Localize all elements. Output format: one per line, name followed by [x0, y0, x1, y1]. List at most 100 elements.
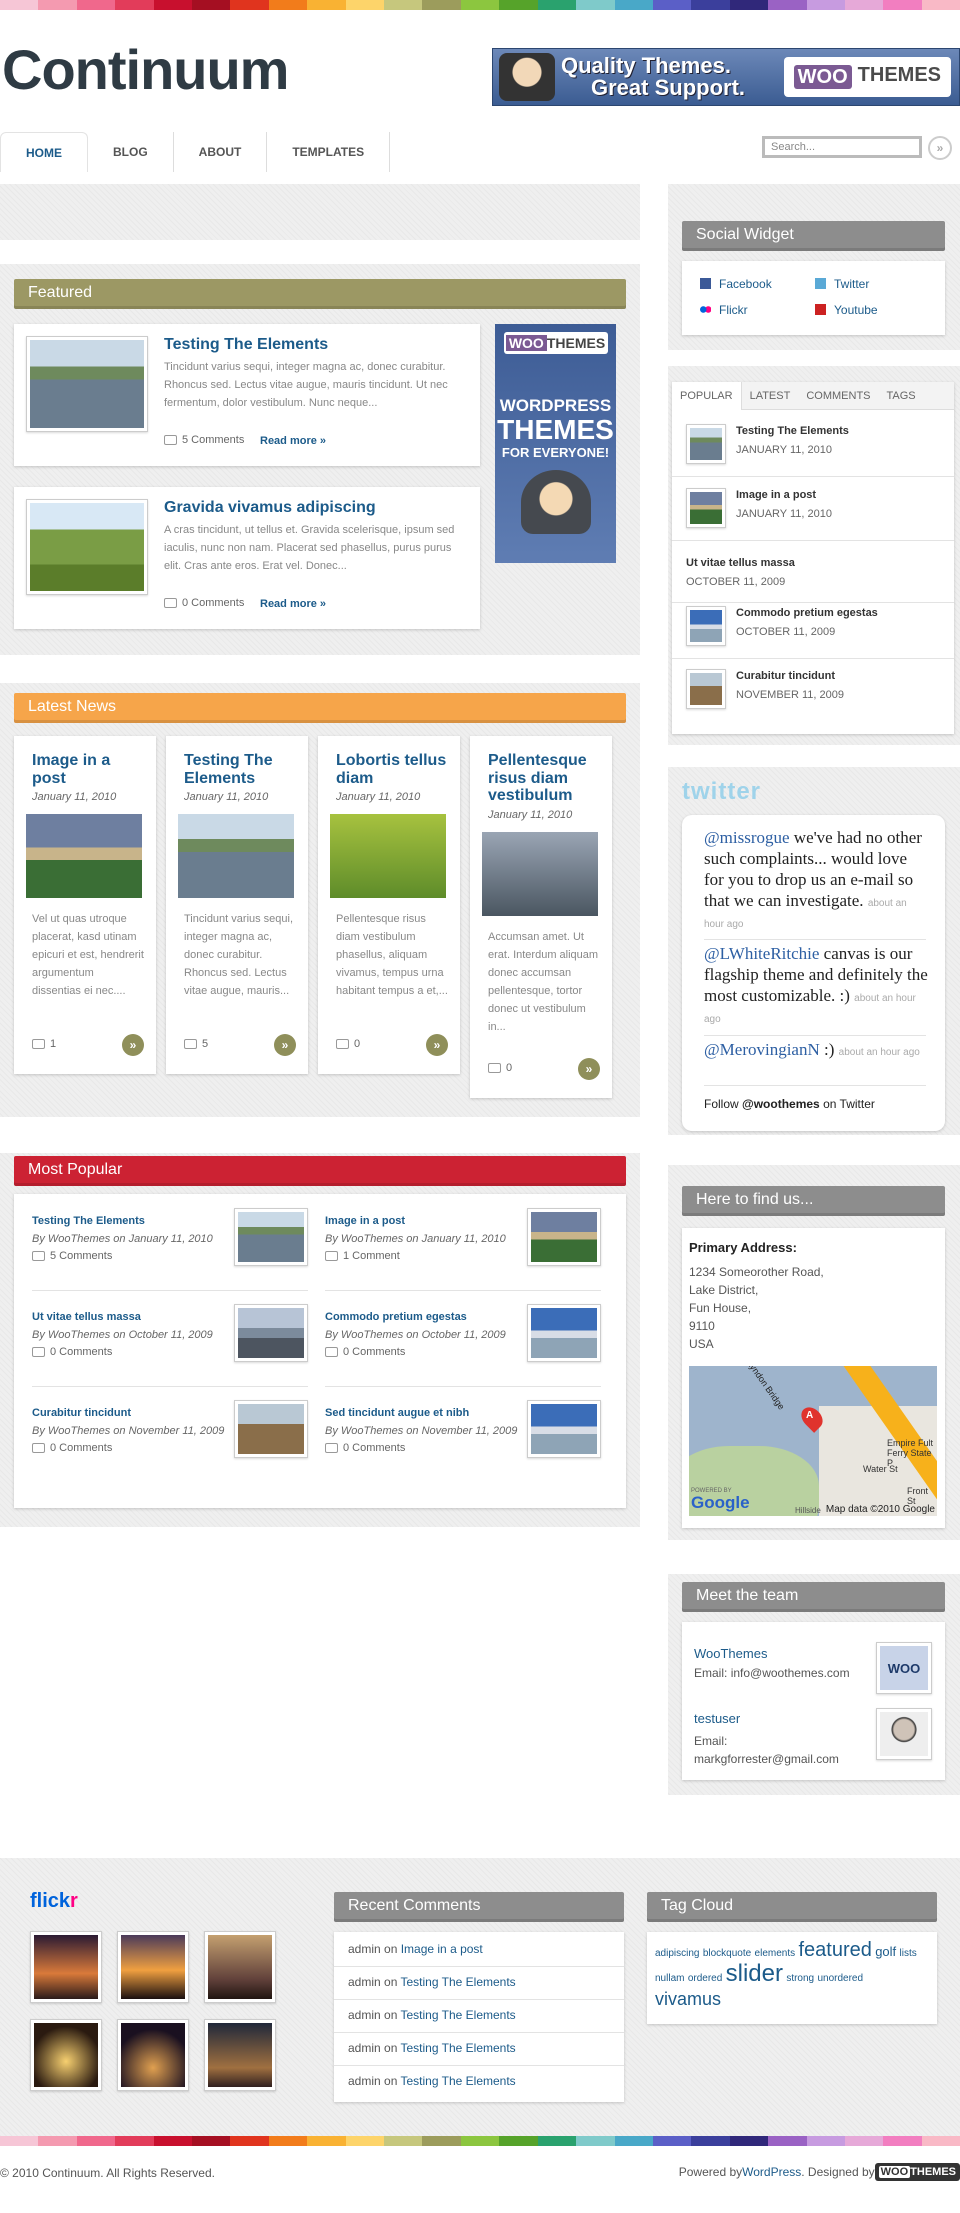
news-comments[interactable]: 5 [184, 1038, 208, 1050]
tab-tags[interactable]: TAGS [879, 382, 924, 410]
follow-twitter-link[interactable]: Follow @woothemes on Twitter [704, 1097, 875, 1111]
news-comments[interactable]: 1 [32, 1038, 56, 1050]
popular-post-thumbnail[interactable] [527, 1208, 601, 1266]
woothemes-footer-logo[interactable]: WOO THEMES [874, 2163, 960, 2181]
tag-link[interactable]: slider [726, 1960, 783, 1987]
popular-post-comments[interactable]: 1 Comment [325, 1250, 400, 1262]
more-arrow-icon[interactable]: » [426, 1034, 448, 1056]
tab-comments[interactable]: COMMENTS [798, 382, 878, 410]
tab-item-thumbnail[interactable] [686, 424, 726, 464]
team-member-name[interactable]: testuser [694, 1711, 740, 1726]
comment-post-link[interactable]: Image in a post [401, 1942, 483, 1956]
popular-post-title[interactable]: Curabitur tincidunt [32, 1406, 131, 1420]
team-member-name[interactable]: WooThemes [694, 1646, 767, 1661]
news-thumbnail[interactable] [26, 814, 142, 898]
popular-post-title[interactable]: Sed tincidunt augue et nibh [325, 1406, 469, 1420]
read-more-link[interactable]: Read more » [260, 435, 326, 447]
tab-item-title[interactable]: Ut vitae tellus massa [686, 556, 795, 570]
google-map[interactable]: Lyndon Bridge A Empire Fult Ferry State P… [689, 1366, 937, 1516]
tag-link[interactable]: vivamus [655, 1989, 721, 2009]
comment-post-link[interactable]: Testing The Elements [401, 1975, 516, 1989]
tag-link[interactable]: nullam [655, 1973, 684, 1984]
popular-post-thumbnail[interactable] [234, 1304, 308, 1362]
wordpress-link[interactable]: WordPress [742, 2165, 801, 2179]
news-title[interactable]: Testing The Elements [184, 752, 299, 787]
popular-post-thumbnail[interactable] [527, 1304, 601, 1362]
comment-post-link[interactable]: Testing The Elements [401, 2074, 516, 2088]
popular-post-title[interactable]: Ut vitae tellus massa [32, 1310, 141, 1324]
tag-link[interactable]: elements [755, 1948, 796, 1959]
news-title[interactable]: Lobortis tellus diam [336, 752, 451, 787]
news-comments[interactable]: 0 [488, 1062, 512, 1074]
tag-link[interactable]: featured [798, 1939, 871, 1961]
flickr-link[interactable]: Flickr [700, 303, 748, 317]
tab-item-thumbnail[interactable] [686, 606, 726, 646]
tab-popular[interactable]: POPULAR [672, 382, 742, 410]
news-thumbnail[interactable] [330, 814, 446, 898]
nav-templates[interactable]: TEMPLATES [267, 132, 391, 172]
tag-link[interactable]: ordered [688, 1973, 722, 1984]
tab-item-thumbnail[interactable] [686, 488, 726, 528]
tab-item-thumbnail[interactable] [686, 669, 726, 709]
flickr-photo[interactable] [30, 1931, 102, 2003]
popular-post-comments[interactable]: 0 Comments [325, 1442, 405, 1454]
read-more-link[interactable]: Read more » [260, 598, 326, 610]
more-arrow-icon[interactable]: » [578, 1058, 600, 1080]
tag-link[interactable]: golf [875, 1944, 896, 1959]
news-thumbnail[interactable] [178, 814, 294, 898]
tag-link[interactable]: lists [900, 1948, 917, 1959]
popular-post-thumbnail[interactable] [527, 1400, 601, 1458]
popular-post-comments[interactable]: 0 Comments [325, 1346, 405, 1358]
more-arrow-icon[interactable]: » [274, 1034, 296, 1056]
tweet-user-link[interactable]: @missrogue [704, 828, 790, 847]
news-title[interactable]: Pellentesque risus diam vestibulum [488, 752, 603, 805]
search-input[interactable]: Search... [762, 136, 922, 158]
post-title[interactable]: Gravida vivamus adipiscing [164, 499, 376, 517]
tab-item-title[interactable]: Image in a post [736, 488, 816, 502]
flickr-photo[interactable] [204, 2019, 276, 2091]
twitter-link[interactable]: Twitter [815, 277, 869, 291]
tweet-user-link[interactable]: @MerovingianN [704, 1040, 820, 1059]
nav-home[interactable]: HOME [0, 132, 88, 172]
flickr-photo[interactable] [117, 2019, 189, 2091]
flickr-photo[interactable] [117, 1931, 189, 2003]
more-arrow-icon[interactable]: » [122, 1034, 144, 1056]
post-thumbnail[interactable] [26, 499, 148, 595]
flickr-photo[interactable] [204, 1931, 276, 2003]
youtube-link[interactable]: Youtube [815, 303, 878, 317]
popular-post-thumbnail[interactable] [234, 1400, 308, 1458]
post-thumbnail[interactable] [26, 336, 148, 432]
nav-blog[interactable]: BLOG [88, 132, 174, 172]
news-thumbnail[interactable] [482, 832, 598, 916]
tab-item-title[interactable]: Commodo pretium egestas [736, 606, 878, 620]
tag-link[interactable]: blockquote [703, 1948, 751, 1959]
tab-item-title[interactable]: Testing The Elements [736, 424, 849, 438]
woothemes-banner-ad[interactable]: Quality Themes. Great Support. WOO THEMES [492, 48, 960, 106]
comment-post-link[interactable]: Testing The Elements [401, 2008, 516, 2022]
news-comments[interactable]: 0 [336, 1038, 360, 1050]
popular-post-title[interactable]: Testing The Elements [32, 1214, 145, 1228]
tag-link[interactable]: strong [786, 1973, 814, 1984]
popular-post-thumbnail[interactable] [234, 1208, 308, 1266]
tweet-user-link[interactable]: @LWhiteRitchie [704, 944, 819, 963]
popular-post-comments[interactable]: 5 Comments [32, 1250, 112, 1262]
popular-post-comments[interactable]: 0 Comments [32, 1346, 112, 1358]
news-title[interactable]: Image in a post [32, 752, 147, 787]
site-logo[interactable]: Continuum [2, 42, 289, 98]
popular-post-title[interactable]: Commodo pretium egestas [325, 1310, 467, 1324]
post-comments[interactable]: 5 Comments [164, 434, 244, 446]
woothemes-sidebar-ad[interactable]: WOO THEMES WORDPRESS THEMES FOR EVERYONE! [495, 324, 616, 563]
tag-link[interactable]: adipiscing [655, 1948, 699, 1959]
nav-about[interactable]: ABOUT [174, 132, 268, 172]
tab-latest[interactable]: LATEST [742, 382, 799, 410]
search-submit-icon[interactable]: » [928, 136, 952, 160]
facebook-link[interactable]: Facebook [700, 277, 772, 291]
popular-post-comments[interactable]: 0 Comments [32, 1442, 112, 1454]
post-title[interactable]: Testing The Elements [164, 336, 328, 354]
post-comments[interactable]: 0 Comments [164, 597, 244, 609]
comment-post-link[interactable]: Testing The Elements [401, 2041, 516, 2055]
flickr-photo[interactable] [30, 2019, 102, 2091]
tag-link[interactable]: unordered [817, 1973, 863, 1984]
popular-post-title[interactable]: Image in a post [325, 1214, 405, 1228]
tab-item-title[interactable]: Curabitur tincidunt [736, 669, 835, 683]
